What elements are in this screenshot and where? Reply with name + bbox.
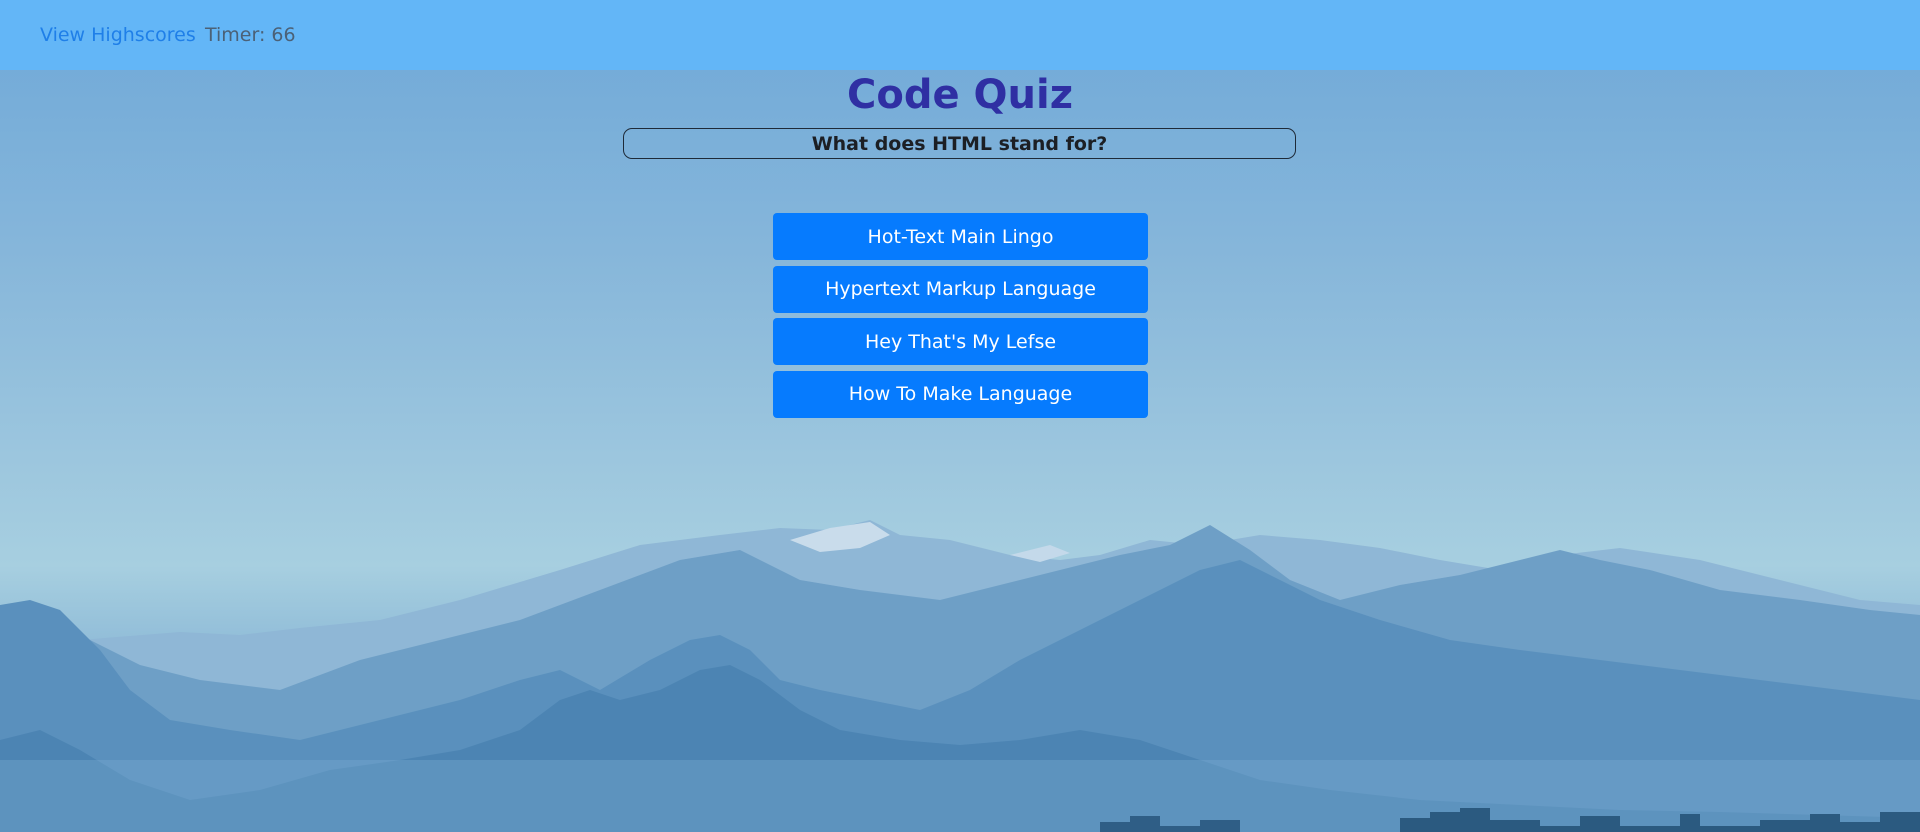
answer-list: Hot-Text Main Lingo Hypertext Markup Lan… (773, 213, 1148, 423)
page-title: Code Quiz (847, 72, 1073, 118)
top-navbar: View Highscores Timer: 66 (0, 0, 1920, 70)
answer-button-1[interactable]: Hot-Text Main Lingo (773, 213, 1148, 260)
view-highscores-link[interactable]: View Highscores (40, 24, 196, 46)
timer-display: Timer: 66 (205, 24, 296, 46)
answer-button-4[interactable]: How To Make Language (773, 370, 1148, 418)
question-text: What does HTML stand for? (623, 128, 1296, 159)
answer-button-2[interactable]: Hypertext Markup Language (773, 265, 1148, 313)
answer-button-3[interactable]: Hey That's My Lefse (773, 318, 1148, 365)
